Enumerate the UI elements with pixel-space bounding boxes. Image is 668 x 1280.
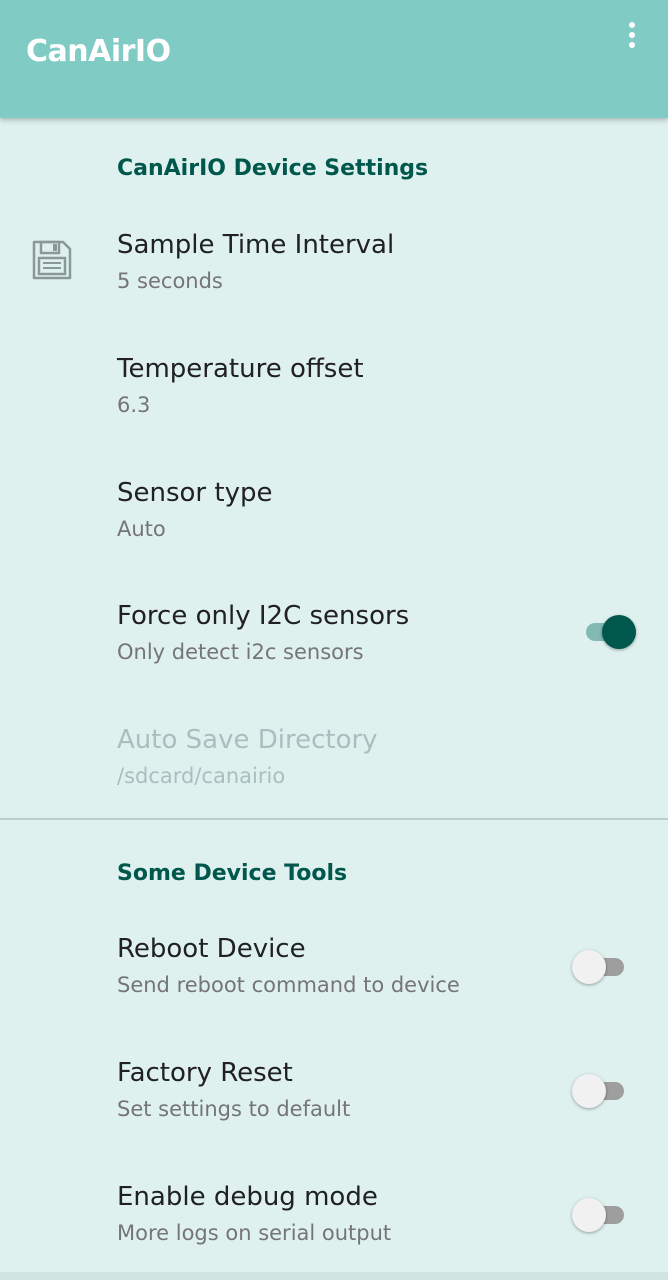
pref-title: Auto Save Directory [117,725,378,755]
pref-title: Enable debug mode [117,1182,378,1212]
section-divider [0,818,668,820]
toggle-thumb [602,615,636,649]
pref-title: Temperature offset [117,354,364,384]
toggle-thumb [572,950,606,984]
app-bar: CanAirIO [0,0,668,118]
pref-summary: Set settings to default [117,1097,351,1121]
debug-mode-toggle[interactable] [570,1195,640,1235]
pref-summary: 5 seconds [117,269,223,293]
pref-summary: /sdcard/canairio [117,764,286,788]
save-icon [32,240,72,280]
pref-summary: Send reboot command to device [117,973,460,997]
pref-summary: More logs on serial output [117,1221,392,1245]
category-device-tools: Some Device Tools [117,861,348,886]
pref-summary: Only detect i2c sensors [117,640,364,664]
settings-list: CanAirIO Device Settings Sample Time Int… [0,118,668,1280]
pref-title: Factory Reset [117,1058,293,1088]
bottom-edge [0,1272,668,1280]
app-title: CanAirIO [26,34,171,69]
force-i2c-toggle[interactable] [570,612,640,652]
factory-reset-toggle[interactable] [570,1071,640,1111]
pref-title: Sensor type [117,478,273,508]
pref-title: Sample Time Interval [117,230,395,260]
toggle-thumb [572,1198,606,1232]
pref-title: Force only I2C sensors [117,601,410,631]
more-vert-icon[interactable] [612,14,652,54]
pref-summary: Auto [117,517,166,541]
toggle-thumb [572,1074,606,1108]
pref-title: Reboot Device [117,934,306,964]
category-device-settings: CanAirIO Device Settings [117,156,429,181]
reboot-device-toggle[interactable] [570,947,640,987]
pref-summary: 6.3 [117,393,151,417]
